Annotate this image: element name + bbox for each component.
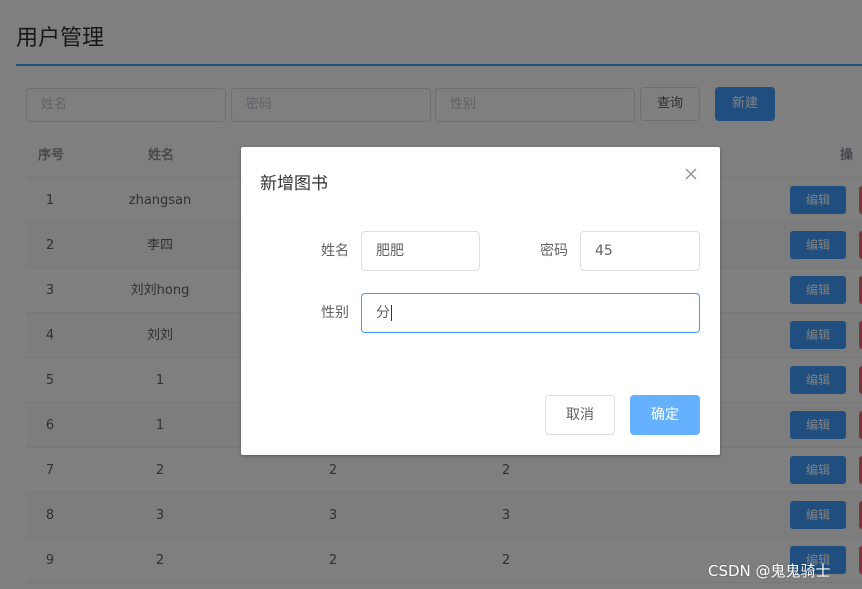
- dialog-title: 新增图书: [260, 174, 328, 194]
- name-input[interactable]: 肥肥: [361, 231, 480, 271]
- page: 用户管理 姓名 密码 性别 查询 新建 序号 姓名 操作 1 zhangsan …: [0, 0, 862, 589]
- gender-input[interactable]: 分: [361, 293, 700, 333]
- cancel-button[interactable]: 取消: [545, 395, 615, 435]
- watermark: CSDN @鬼鬼骑士: [708, 562, 831, 580]
- gender-input-value: 分: [376, 305, 390, 321]
- text-caret: [391, 305, 392, 321]
- gender-label: 性别: [321, 305, 349, 321]
- password-input[interactable]: 45: [580, 231, 700, 271]
- confirm-button[interactable]: 确定: [630, 395, 700, 435]
- name-label: 姓名: [321, 243, 349, 259]
- add-dialog: 新增图书 姓名 肥肥 密码 45 性别 分 取消 确定: [241, 147, 720, 455]
- password-label: 密码: [540, 243, 568, 259]
- close-icon[interactable]: [682, 165, 700, 183]
